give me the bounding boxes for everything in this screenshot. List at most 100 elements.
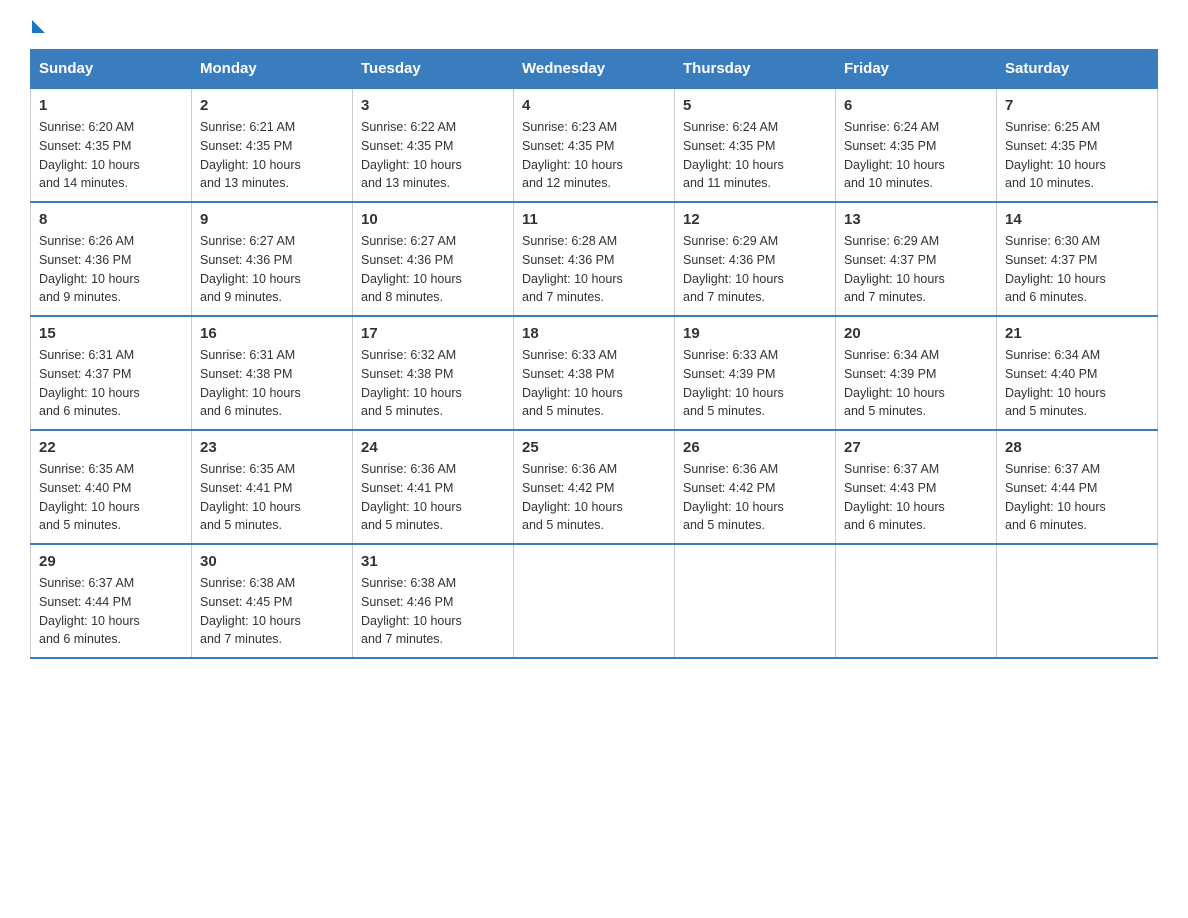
day-info: Sunrise: 6:38 AMSunset: 4:45 PMDaylight:… [200,576,301,646]
calendar-cell: 18 Sunrise: 6:33 AMSunset: 4:38 PMDaylig… [514,316,675,430]
day-number: 11 [522,211,666,228]
calendar-cell: 11 Sunrise: 6:28 AMSunset: 4:36 PMDaylig… [514,202,675,316]
day-info: Sunrise: 6:27 AMSunset: 4:36 PMDaylight:… [200,234,301,304]
calendar-cell: 29 Sunrise: 6:37 AMSunset: 4:44 PMDaylig… [31,544,192,658]
calendar-week-row: 29 Sunrise: 6:37 AMSunset: 4:44 PMDaylig… [31,544,1158,658]
day-info: Sunrise: 6:31 AMSunset: 4:38 PMDaylight:… [200,348,301,418]
calendar-week-row: 22 Sunrise: 6:35 AMSunset: 4:40 PMDaylig… [31,430,1158,544]
calendar-cell: 4 Sunrise: 6:23 AMSunset: 4:35 PMDayligh… [514,88,675,202]
calendar-header-thursday: Thursday [675,50,836,89]
calendar-cell: 31 Sunrise: 6:38 AMSunset: 4:46 PMDaylig… [353,544,514,658]
calendar-week-row: 1 Sunrise: 6:20 AMSunset: 4:35 PMDayligh… [31,88,1158,202]
day-info: Sunrise: 6:34 AMSunset: 4:39 PMDaylight:… [844,348,945,418]
day-number: 26 [683,439,827,456]
calendar-cell [836,544,997,658]
day-number: 22 [39,439,183,456]
calendar-header-wednesday: Wednesday [514,50,675,89]
day-info: Sunrise: 6:31 AMSunset: 4:37 PMDaylight:… [39,348,140,418]
calendar-cell: 14 Sunrise: 6:30 AMSunset: 4:37 PMDaylig… [997,202,1158,316]
day-info: Sunrise: 6:37 AMSunset: 4:44 PMDaylight:… [1005,462,1106,532]
page-header [30,20,1158,33]
calendar-cell: 15 Sunrise: 6:31 AMSunset: 4:37 PMDaylig… [31,316,192,430]
day-number: 4 [522,97,666,114]
day-info: Sunrise: 6:32 AMSunset: 4:38 PMDaylight:… [361,348,462,418]
calendar-cell: 8 Sunrise: 6:26 AMSunset: 4:36 PMDayligh… [31,202,192,316]
calendar-cell: 20 Sunrise: 6:34 AMSunset: 4:39 PMDaylig… [836,316,997,430]
day-info: Sunrise: 6:20 AMSunset: 4:35 PMDaylight:… [39,120,140,190]
calendar-header-monday: Monday [192,50,353,89]
calendar-cell: 26 Sunrise: 6:36 AMSunset: 4:42 PMDaylig… [675,430,836,544]
day-number: 19 [683,325,827,342]
calendar-cell [514,544,675,658]
calendar-header-saturday: Saturday [997,50,1158,89]
day-number: 28 [1005,439,1149,456]
day-number: 1 [39,97,183,114]
calendar-cell: 5 Sunrise: 6:24 AMSunset: 4:35 PMDayligh… [675,88,836,202]
day-number: 25 [522,439,666,456]
day-number: 2 [200,97,344,114]
day-info: Sunrise: 6:34 AMSunset: 4:40 PMDaylight:… [1005,348,1106,418]
calendar-cell: 27 Sunrise: 6:37 AMSunset: 4:43 PMDaylig… [836,430,997,544]
day-number: 6 [844,97,988,114]
day-info: Sunrise: 6:21 AMSunset: 4:35 PMDaylight:… [200,120,301,190]
day-number: 17 [361,325,505,342]
day-info: Sunrise: 6:36 AMSunset: 4:41 PMDaylight:… [361,462,462,532]
calendar-week-row: 8 Sunrise: 6:26 AMSunset: 4:36 PMDayligh… [31,202,1158,316]
day-info: Sunrise: 6:26 AMSunset: 4:36 PMDaylight:… [39,234,140,304]
day-info: Sunrise: 6:37 AMSunset: 4:43 PMDaylight:… [844,462,945,532]
calendar-cell: 7 Sunrise: 6:25 AMSunset: 4:35 PMDayligh… [997,88,1158,202]
calendar-cell: 25 Sunrise: 6:36 AMSunset: 4:42 PMDaylig… [514,430,675,544]
day-number: 23 [200,439,344,456]
calendar-cell: 2 Sunrise: 6:21 AMSunset: 4:35 PMDayligh… [192,88,353,202]
calendar-cell: 6 Sunrise: 6:24 AMSunset: 4:35 PMDayligh… [836,88,997,202]
day-info: Sunrise: 6:30 AMSunset: 4:37 PMDaylight:… [1005,234,1106,304]
calendar-table: SundayMondayTuesdayWednesdayThursdayFrid… [30,49,1158,659]
day-number: 5 [683,97,827,114]
day-number: 13 [844,211,988,228]
calendar-cell: 23 Sunrise: 6:35 AMSunset: 4:41 PMDaylig… [192,430,353,544]
day-number: 8 [39,211,183,228]
calendar-cell: 16 Sunrise: 6:31 AMSunset: 4:38 PMDaylig… [192,316,353,430]
day-info: Sunrise: 6:36 AMSunset: 4:42 PMDaylight:… [683,462,784,532]
calendar-cell: 22 Sunrise: 6:35 AMSunset: 4:40 PMDaylig… [31,430,192,544]
calendar-cell: 10 Sunrise: 6:27 AMSunset: 4:36 PMDaylig… [353,202,514,316]
logo [30,20,45,33]
day-number: 21 [1005,325,1149,342]
day-number: 27 [844,439,988,456]
calendar-cell: 28 Sunrise: 6:37 AMSunset: 4:44 PMDaylig… [997,430,1158,544]
calendar-week-row: 15 Sunrise: 6:31 AMSunset: 4:37 PMDaylig… [31,316,1158,430]
day-number: 20 [844,325,988,342]
calendar-cell: 21 Sunrise: 6:34 AMSunset: 4:40 PMDaylig… [997,316,1158,430]
calendar-cell: 3 Sunrise: 6:22 AMSunset: 4:35 PMDayligh… [353,88,514,202]
calendar-cell: 19 Sunrise: 6:33 AMSunset: 4:39 PMDaylig… [675,316,836,430]
calendar-cell [675,544,836,658]
day-number: 24 [361,439,505,456]
calendar-header-sunday: Sunday [31,50,192,89]
day-info: Sunrise: 6:33 AMSunset: 4:39 PMDaylight:… [683,348,784,418]
calendar-header-friday: Friday [836,50,997,89]
day-info: Sunrise: 6:33 AMSunset: 4:38 PMDaylight:… [522,348,623,418]
day-number: 30 [200,553,344,570]
day-info: Sunrise: 6:35 AMSunset: 4:41 PMDaylight:… [200,462,301,532]
day-info: Sunrise: 6:36 AMSunset: 4:42 PMDaylight:… [522,462,623,532]
calendar-cell: 30 Sunrise: 6:38 AMSunset: 4:45 PMDaylig… [192,544,353,658]
calendar-cell: 9 Sunrise: 6:27 AMSunset: 4:36 PMDayligh… [192,202,353,316]
calendar-header-tuesday: Tuesday [353,50,514,89]
day-number: 18 [522,325,666,342]
calendar-cell: 17 Sunrise: 6:32 AMSunset: 4:38 PMDaylig… [353,316,514,430]
day-info: Sunrise: 6:27 AMSunset: 4:36 PMDaylight:… [361,234,462,304]
day-number: 9 [200,211,344,228]
day-info: Sunrise: 6:23 AMSunset: 4:35 PMDaylight:… [522,120,623,190]
day-info: Sunrise: 6:24 AMSunset: 4:35 PMDaylight:… [683,120,784,190]
calendar-cell: 13 Sunrise: 6:29 AMSunset: 4:37 PMDaylig… [836,202,997,316]
day-info: Sunrise: 6:25 AMSunset: 4:35 PMDaylight:… [1005,120,1106,190]
day-info: Sunrise: 6:24 AMSunset: 4:35 PMDaylight:… [844,120,945,190]
day-number: 3 [361,97,505,114]
day-number: 7 [1005,97,1149,114]
day-number: 14 [1005,211,1149,228]
calendar-cell [997,544,1158,658]
day-info: Sunrise: 6:38 AMSunset: 4:46 PMDaylight:… [361,576,462,646]
day-number: 12 [683,211,827,228]
calendar-header-row: SundayMondayTuesdayWednesdayThursdayFrid… [31,50,1158,89]
day-number: 16 [200,325,344,342]
